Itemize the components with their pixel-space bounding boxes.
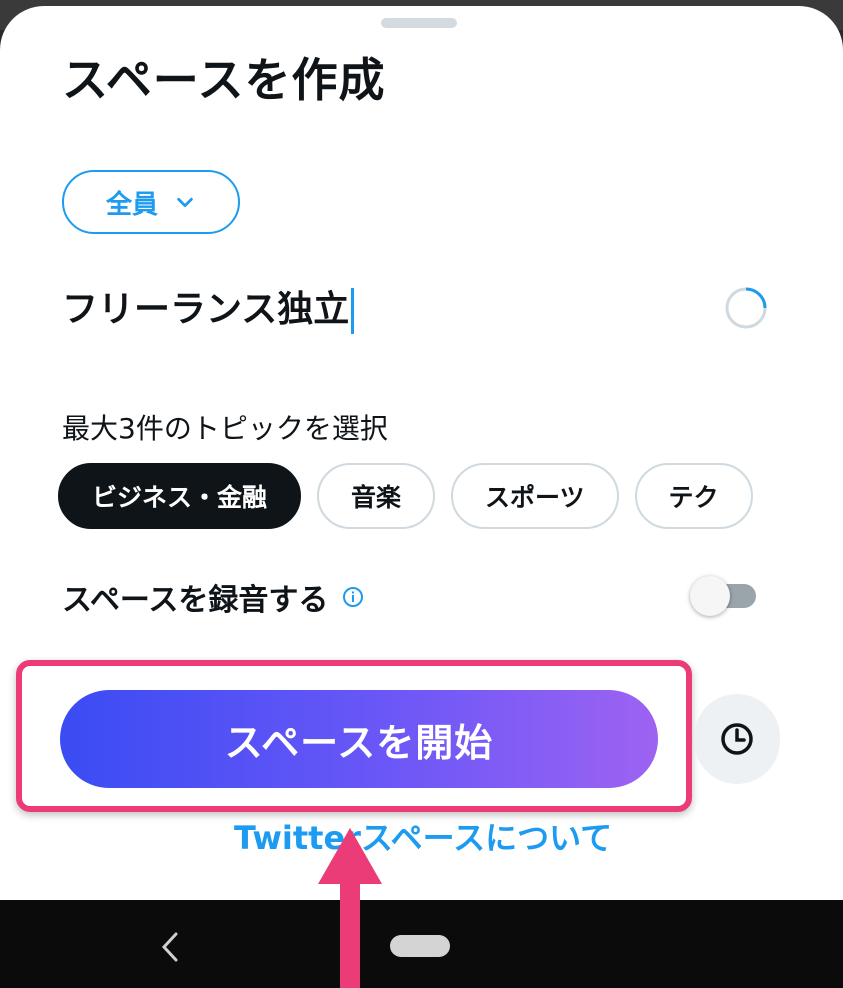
- record-setting: スペースを録音する: [62, 575, 364, 619]
- schedule-button[interactable]: [694, 694, 780, 784]
- text-cursor: [351, 288, 355, 334]
- record-label: スペースを録音する: [62, 583, 329, 618]
- toggle-knob: [690, 576, 730, 616]
- topics-label: 最大3件のトピックを選択: [62, 412, 388, 445]
- audience-dropdown[interactable]: 全員: [62, 170, 240, 234]
- clock-icon: [721, 723, 753, 755]
- pointer-arrow-icon: [318, 828, 382, 988]
- space-title-input[interactable]: フリーランス独立: [62, 280, 355, 334]
- drag-handle[interactable]: [381, 18, 457, 28]
- topic-chip-tech[interactable]: テク: [634, 463, 753, 529]
- record-toggle[interactable]: [690, 576, 756, 616]
- topic-chip-business[interactable]: ビジネス・金融: [58, 463, 302, 529]
- topic-chip-music[interactable]: 音楽: [317, 463, 436, 529]
- info-icon[interactable]: [342, 586, 364, 608]
- topic-chips: ビジネス・金融 音楽 スポーツ テク: [58, 463, 780, 535]
- highlight-annotation: [16, 660, 692, 812]
- back-icon[interactable]: [158, 930, 184, 964]
- space-title-text: フリーランス独立: [62, 289, 350, 330]
- topic-chip-sports[interactable]: スポーツ: [451, 463, 619, 529]
- about-spaces-link[interactable]: Twitterスペースについて: [234, 813, 612, 859]
- home-pill-icon[interactable]: [390, 935, 450, 957]
- progress-ring-icon: [725, 287, 767, 329]
- chevron-down-icon: [177, 197, 193, 208]
- audience-label: 全員: [105, 189, 158, 220]
- page-title: スペースを作成: [62, 53, 386, 107]
